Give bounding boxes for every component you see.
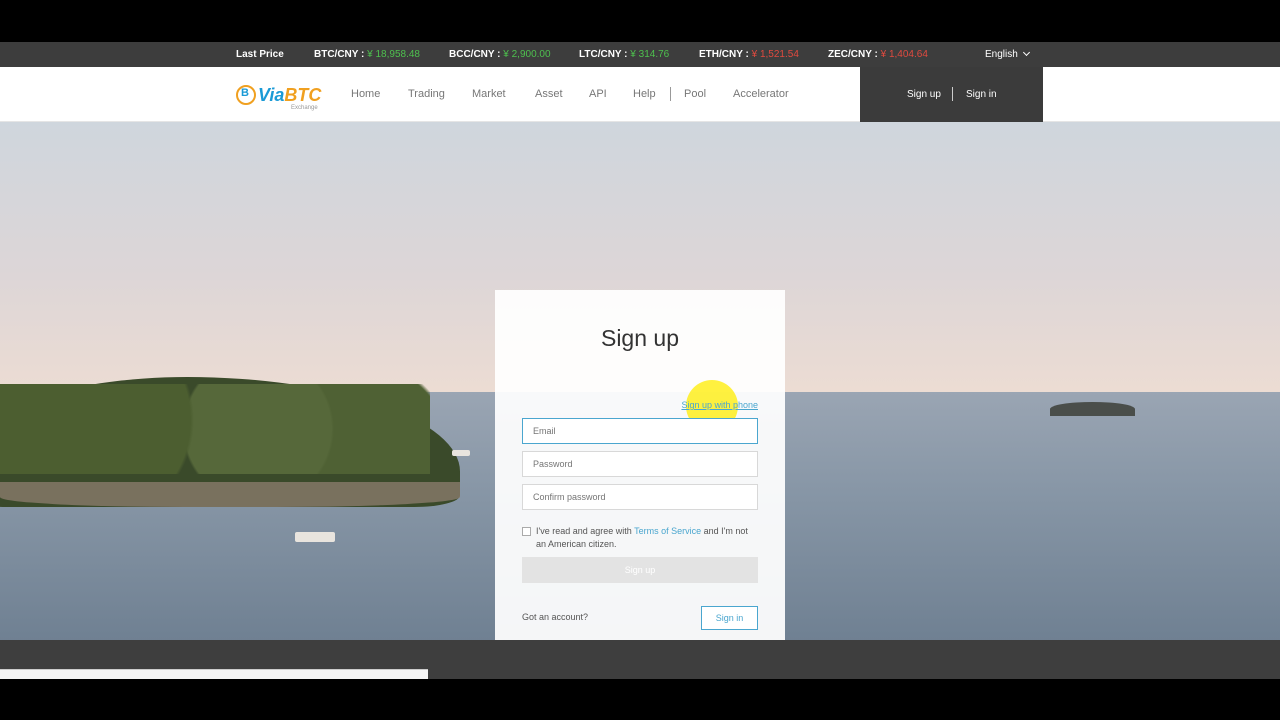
ticker-pair: LTC/CNY : xyxy=(579,49,628,60)
nav-signup-link[interactable]: Sign up xyxy=(907,67,941,122)
password-field[interactable] xyxy=(522,451,758,477)
terms-prefix: I've read and agree with xyxy=(536,526,635,536)
ticker-price: ¥ 1,521.54 xyxy=(751,49,799,60)
island-trees-image xyxy=(0,384,430,474)
ticker-price: ¥ 18,958.48 xyxy=(367,49,420,60)
ticker-eth: ETH/CNY : ¥ 1,521.54 xyxy=(699,42,799,67)
ticker-pair: ZEC/CNY : xyxy=(828,49,878,60)
ticker-price: ¥ 1,404.64 xyxy=(880,49,928,60)
got-account-text: Got an account? xyxy=(522,612,589,622)
ticker-price: ¥ 314.76 xyxy=(630,49,670,60)
terms-of-service-link[interactable]: Terms of Service xyxy=(634,526,701,536)
terms-text: I've read and agree with Terms of Servic… xyxy=(536,525,756,551)
ticker-pair: BCC/CNY : xyxy=(449,49,501,60)
browser-viewport: Last Price BTC/CNY : ¥ 18,958.48 BCC/CNY… xyxy=(0,42,1280,679)
email-field[interactable] xyxy=(522,418,758,444)
terms-checkbox[interactable] xyxy=(522,527,531,536)
ticker-price: ¥ 2,900.00 xyxy=(503,49,551,60)
ticker-pair: BTC/CNY : xyxy=(314,49,365,60)
browser-status-bar xyxy=(0,669,428,679)
signup-with-phone-link[interactable]: Sign up with phone xyxy=(681,400,758,410)
logo-text-btc: BTC xyxy=(284,84,322,105)
boat-image xyxy=(452,450,470,456)
main-nav: ViaBTC Exchange Home Trading Market Asse… xyxy=(0,67,1280,122)
chevron-down-icon xyxy=(1022,48,1030,57)
logo-subtitle: Exchange xyxy=(291,105,318,111)
confirm-password-field[interactable] xyxy=(522,484,758,510)
auth-box: Sign up Sign in xyxy=(860,67,1043,122)
ticker-ltc: LTC/CNY : ¥ 314.76 xyxy=(579,42,669,67)
nav-help[interactable]: Help xyxy=(633,67,656,122)
island-rocks-image xyxy=(0,482,460,507)
nav-pool[interactable]: Pool xyxy=(684,67,706,122)
bitcoin-icon xyxy=(236,85,256,105)
ticker-pair: ETH/CNY : xyxy=(699,49,749,60)
signup-card: Sign up Sign up with phone I've read and… xyxy=(495,290,785,640)
nav-home[interactable]: Home xyxy=(351,67,380,122)
boat-image xyxy=(295,532,335,542)
last-price-label: Last Price xyxy=(236,49,284,60)
nav-market[interactable]: Market xyxy=(472,67,506,122)
islet-image xyxy=(1050,402,1135,416)
nav-divider xyxy=(670,87,671,101)
signup-title: Sign up xyxy=(600,325,679,351)
language-selector[interactable]: English xyxy=(985,42,1030,67)
auth-divider xyxy=(952,87,953,101)
logo-text-via: Via xyxy=(258,84,285,105)
signup-submit-button[interactable]: Sign up xyxy=(522,557,758,583)
nav-accelerator[interactable]: Accelerator xyxy=(733,67,789,122)
hero-background: Sign up Sign up with phone I've read and… xyxy=(0,122,1280,640)
language-label: English xyxy=(985,49,1018,60)
price-ticker-bar: Last Price BTC/CNY : ¥ 18,958.48 BCC/CNY… xyxy=(0,42,1280,67)
ticker-btc: BTC/CNY : ¥ 18,958.48 xyxy=(314,42,420,67)
nav-api[interactable]: API xyxy=(589,67,607,122)
signin-button[interactable]: Sign in xyxy=(701,606,758,630)
nav-asset[interactable]: Asset xyxy=(535,67,563,122)
viabtc-logo[interactable]: ViaBTC Exchange xyxy=(236,80,322,111)
nav-signin-link[interactable]: Sign in xyxy=(966,67,997,122)
nav-trading[interactable]: Trading xyxy=(408,67,445,122)
ticker-bcc: BCC/CNY : ¥ 2,900.00 xyxy=(449,42,551,67)
ticker-zec: ZEC/CNY : ¥ 1,404.64 xyxy=(828,42,928,67)
